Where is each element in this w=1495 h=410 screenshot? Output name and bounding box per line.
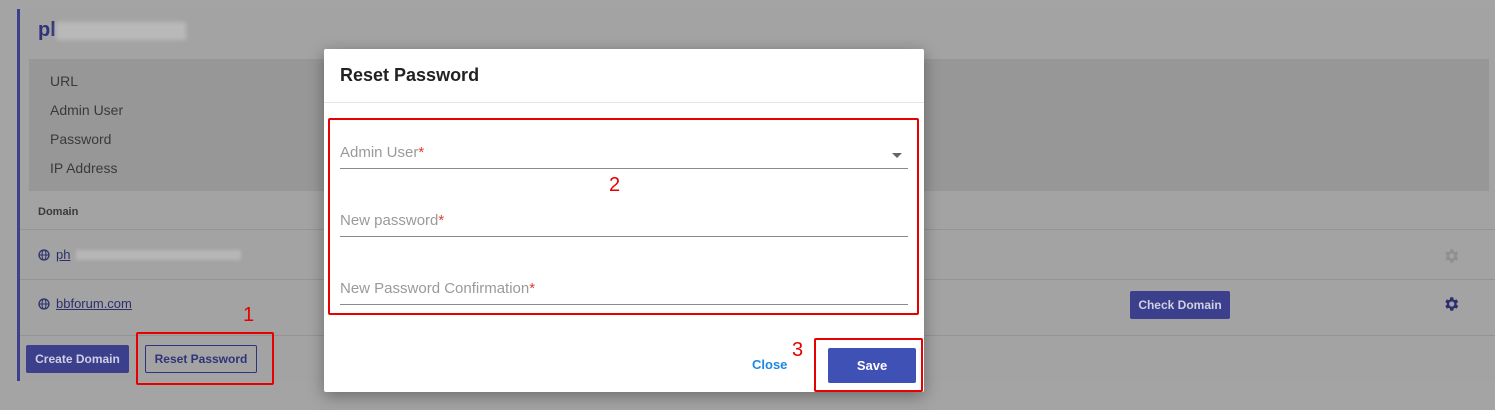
- gear-icon[interactable]: [1442, 247, 1460, 265]
- modal-title: Reset Password: [340, 65, 480, 85]
- info-label-ip-address: IP Address: [50, 160, 118, 176]
- close-button[interactable]: Close: [752, 357, 787, 372]
- annotation-number-2: 2: [609, 174, 621, 196]
- blurred-domain: [76, 249, 242, 260]
- check-domain-button[interactable]: Check Domain: [1130, 291, 1230, 319]
- annotation-box-1: [136, 332, 274, 385]
- annotation-box-3: [814, 338, 923, 392]
- domain-link-1[interactable]: ph: [38, 247, 242, 262]
- annotation-number-1: 1: [243, 304, 255, 326]
- domain-name: ph: [56, 247, 71, 262]
- info-label-password: Password: [50, 131, 112, 147]
- site-title: pl: [38, 19, 186, 42]
- annotation-number-3: 3: [792, 339, 804, 361]
- domain-name: bbforum.com: [56, 296, 132, 311]
- create-domain-button[interactable]: Create Domain: [26, 345, 129, 373]
- info-label-admin-user: Admin User: [50, 102, 124, 118]
- gear-icon[interactable]: [1442, 295, 1460, 313]
- site-title-text: pl: [38, 19, 56, 41]
- info-label-url: URL: [50, 73, 79, 89]
- modal-divider: [324, 102, 924, 103]
- domain-header: Domain: [38, 206, 79, 218]
- annotation-box-2: [328, 118, 919, 315]
- globe-icon: [38, 248, 50, 261]
- blurred-title: [55, 21, 186, 40]
- globe-icon: [38, 297, 50, 310]
- domain-link-2[interactable]: bbforum.com: [38, 296, 132, 311]
